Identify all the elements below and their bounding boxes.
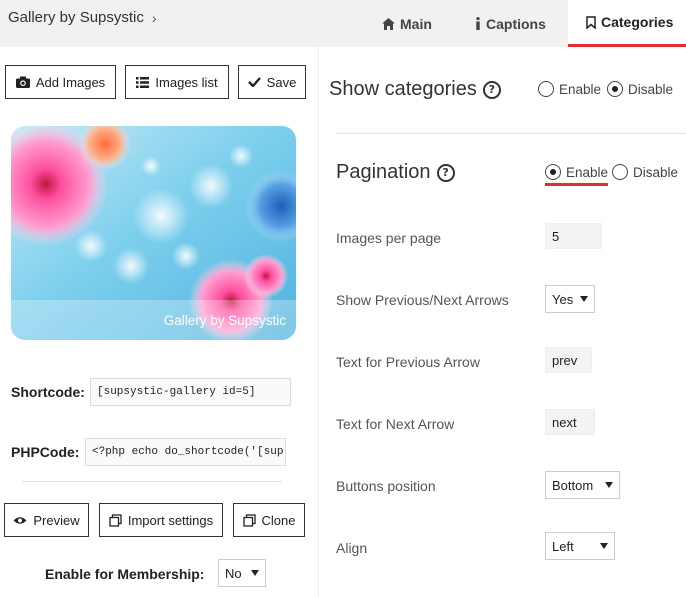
preview-button[interactable]: Preview (4, 503, 89, 537)
arrows-select[interactable]: Yes (545, 285, 595, 313)
preview-label: Preview (33, 512, 80, 528)
list-icon (136, 76, 150, 88)
add-images-label: Add Images (35, 74, 106, 90)
chevron-right-icon: › (151, 9, 157, 26)
next-text-input[interactable]: next (545, 409, 595, 435)
images-list-button[interactable]: Images list (125, 65, 229, 99)
save-button[interactable]: Save (238, 65, 306, 99)
align-label: Align (336, 540, 368, 556)
top-bar: Gallery by Supsystic › Main Captions Cat… (0, 0, 686, 47)
dropdown-arrow-icon (600, 543, 608, 549)
arrows-value: Yes (552, 291, 574, 307)
buttons-position-value: Bottom (552, 477, 594, 493)
tab-main[interactable]: Main (382, 0, 432, 47)
dropdown-arrow-icon (251, 570, 259, 576)
import-settings-button[interactable]: Import settings (99, 503, 223, 537)
home-icon (382, 17, 395, 30)
images-per-page-label: Images per page (336, 230, 442, 246)
eye-icon (13, 516, 27, 525)
buttons-position-select[interactable]: Bottom (545, 471, 620, 499)
tab-main-label: Main (400, 15, 432, 32)
tab-categories-label: Categories (601, 14, 674, 30)
align-select[interactable]: Left (545, 532, 615, 560)
clone-button[interactable]: Clone (233, 503, 305, 537)
help-icon[interactable]: ? (436, 163, 455, 182)
divider (22, 481, 282, 482)
categories-disable-radio[interactable]: Disable (607, 81, 673, 97)
add-images-button[interactable]: Add Images (5, 65, 116, 99)
preview-caption: Gallery by Supsystic (11, 300, 296, 340)
clone-label: Clone (261, 512, 296, 528)
radio-on-icon (607, 81, 623, 97)
dropdown-arrow-icon (605, 482, 613, 488)
help-icon[interactable]: ? (482, 80, 501, 99)
gallery-preview-image[interactable]: Gallery by Supsystic (11, 126, 296, 340)
membership-label: Enable for Membership: (45, 566, 205, 582)
show-categories-title: Show categories ? (329, 78, 501, 101)
copy-icon (242, 513, 256, 527)
import-settings-label: Import settings (127, 512, 214, 528)
breadcrumb-label[interactable]: Gallery by Supsystic (8, 9, 144, 26)
selected-underline (545, 183, 608, 186)
dropdown-arrow-icon (580, 296, 588, 302)
phpcode-label: PHPCode: (11, 444, 80, 460)
next-text-label: Text for Next Arrow (336, 416, 455, 432)
images-per-page-input[interactable]: 5 (545, 223, 602, 249)
prev-text-input[interactable]: prev (545, 347, 592, 373)
tab-categories[interactable]: Categories (568, 0, 686, 47)
camera-icon (15, 76, 30, 88)
column-divider (318, 47, 319, 597)
shortcode-field[interactable]: [supsystic-gallery id=5] (90, 378, 291, 406)
categories-disable-label: Disable (628, 81, 674, 97)
pagination-label: Pagination (336, 161, 431, 183)
prev-text-label: Text for Previous Arrow (336, 354, 480, 370)
shortcode-label: Shortcode: (11, 384, 85, 400)
buttons-position-label: Buttons position (336, 478, 436, 494)
pagination-disable-radio[interactable]: Disable (612, 164, 678, 180)
categories-enable-radio[interactable]: Enable (538, 81, 601, 97)
section-divider (336, 133, 686, 134)
pagination-enable-radio[interactable]: Enable (545, 164, 608, 180)
arrows-label: Show Previous/Next Arrows (336, 292, 509, 308)
pagination-title: Pagination ? (336, 161, 455, 184)
membership-select[interactable]: No (218, 559, 266, 587)
pagination-disable-label: Disable (633, 164, 679, 180)
radio-on-icon (545, 164, 561, 180)
preview-caption-text: Gallery by Supsystic (163, 312, 286, 328)
radio-off-icon (612, 164, 628, 180)
tab-captions-label: Captions (486, 15, 546, 32)
import-icon (109, 513, 122, 527)
check-icon (247, 77, 261, 87)
pagination-enable-label: Enable (566, 164, 609, 180)
show-categories-label: Show categories (329, 78, 477, 100)
info-icon (475, 17, 481, 30)
bookmark-icon (586, 15, 596, 29)
phpcode-field[interactable]: <?php echo do_shortcode('[sup (85, 438, 286, 466)
save-label: Save (266, 74, 297, 90)
categories-enable-label: Enable (559, 81, 602, 97)
tab-captions[interactable]: Captions (475, 0, 546, 47)
breadcrumb[interactable]: Gallery by Supsystic › (8, 9, 157, 26)
radio-off-icon (538, 81, 554, 97)
membership-value: No (225, 565, 242, 581)
images-list-label: Images list (155, 74, 218, 90)
align-value: Left (552, 538, 574, 554)
